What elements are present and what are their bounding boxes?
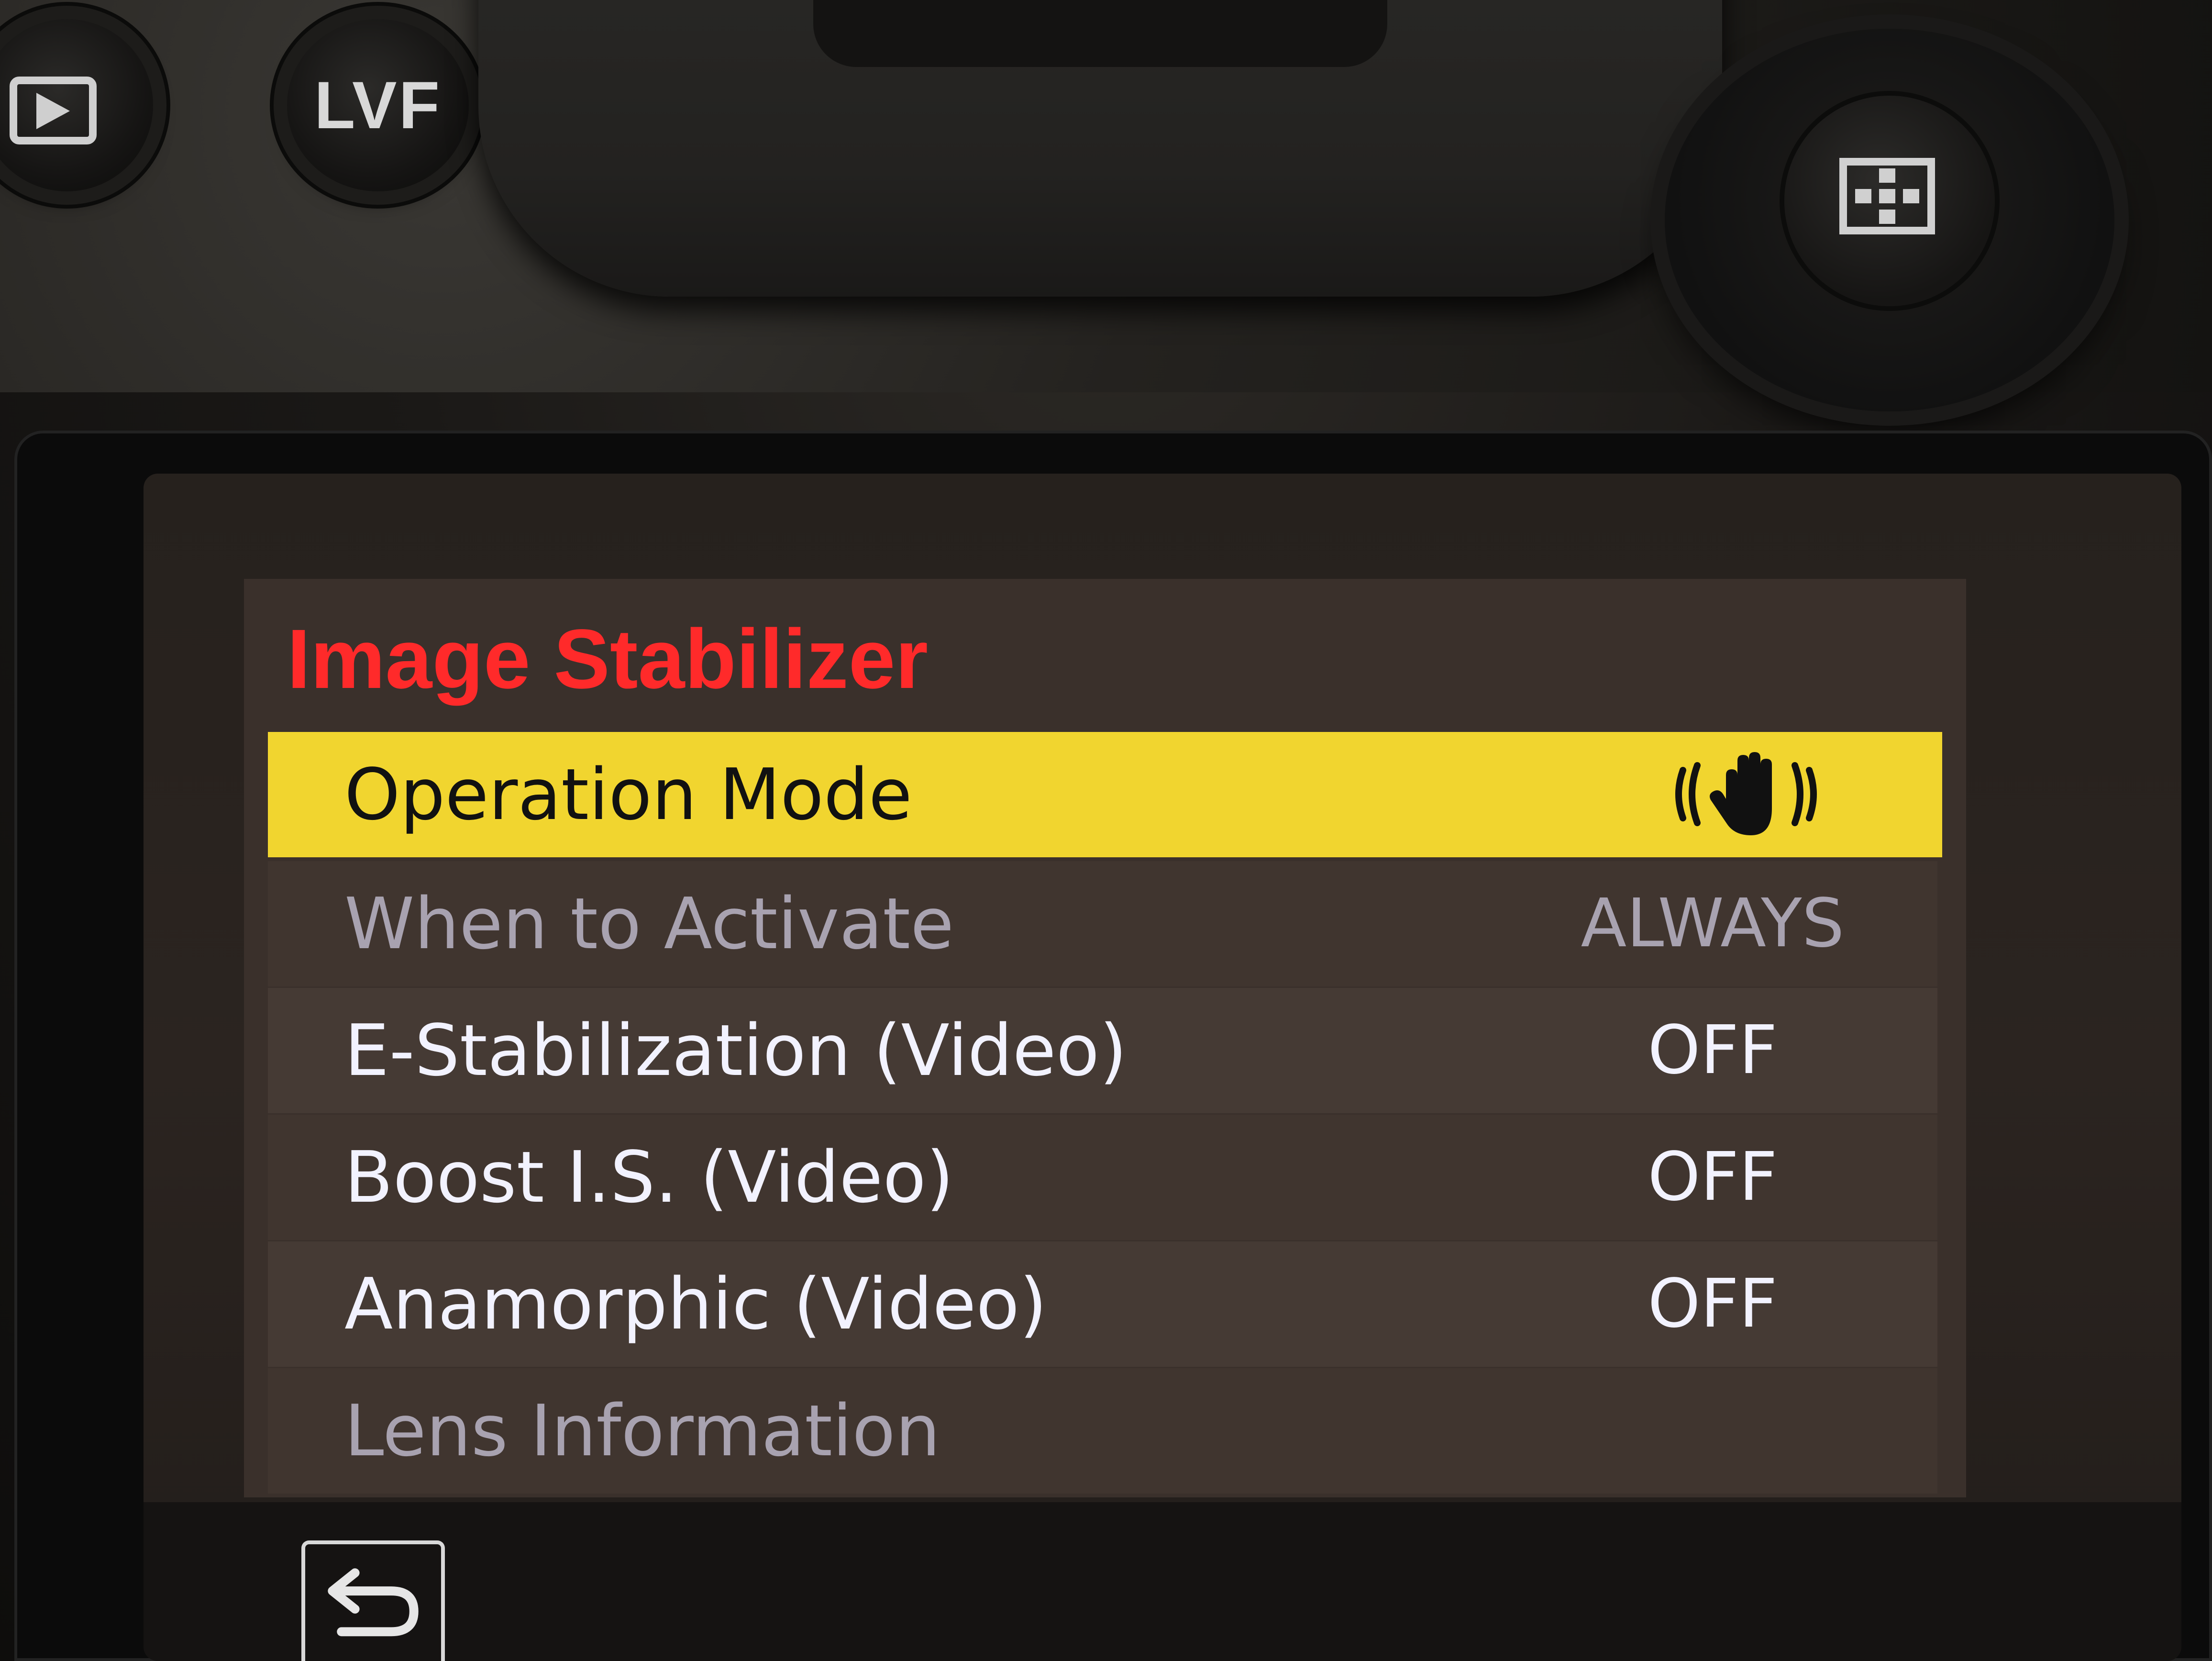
menu-item-value: OFF <box>1648 1265 1778 1343</box>
menu-item-value: ALWAYS <box>1581 885 1845 963</box>
menu-item-lens-information: Lens Information <box>268 1368 1937 1494</box>
menu-item-label: When to Activate <box>344 883 954 965</box>
menu-item-label: E-Stabilization (Video) <box>344 1009 1127 1092</box>
menu-title: Image Stabilizer <box>287 612 929 706</box>
viewfinder-eyecup <box>478 0 1722 297</box>
lcd-screen: Image Stabilizer Operation Mode When to … <box>144 474 2181 1661</box>
menu-item-label: Boost I.S. (Video) <box>344 1136 954 1218</box>
menu-item-label: Lens Information <box>344 1390 940 1472</box>
hand-shake-icon <box>1675 752 1817 835</box>
camera-rear-view: LVF Image Stabilizer Operation Mode When… <box>0 0 2212 1661</box>
lvf-button[interactable]: LVF <box>287 19 469 191</box>
menu-item-operation-mode[interactable]: Operation Mode <box>268 732 1942 857</box>
menu-item-label: Operation Mode <box>344 753 912 836</box>
menu-item-label: Anamorphic (Video) <box>344 1263 1047 1345</box>
menu-item-value: OFF <box>1648 1138 1778 1216</box>
menu-footer <box>144 1502 2181 1661</box>
menu-item-anamorphic[interactable]: Anamorphic (Video) OFF <box>268 1241 1937 1367</box>
viewfinder-window <box>813 0 1387 67</box>
joystick-button[interactable] <box>1784 96 1995 306</box>
menu-item-e-stabilization[interactable]: E-Stabilization (Video) OFF <box>268 988 1937 1113</box>
playback-icon <box>10 77 97 144</box>
menu-item-value: OFF <box>1648 1011 1778 1089</box>
back-button[interactable] <box>301 1540 445 1661</box>
lvf-button-label: LVF <box>314 67 442 143</box>
af-area-icon <box>1839 158 1935 234</box>
menu-item-when-to-activate: When to Activate ALWAYS <box>268 861 1937 986</box>
menu-item-boost-is[interactable]: Boost I.S. (Video) OFF <box>268 1115 1937 1240</box>
return-icon <box>328 1568 419 1637</box>
